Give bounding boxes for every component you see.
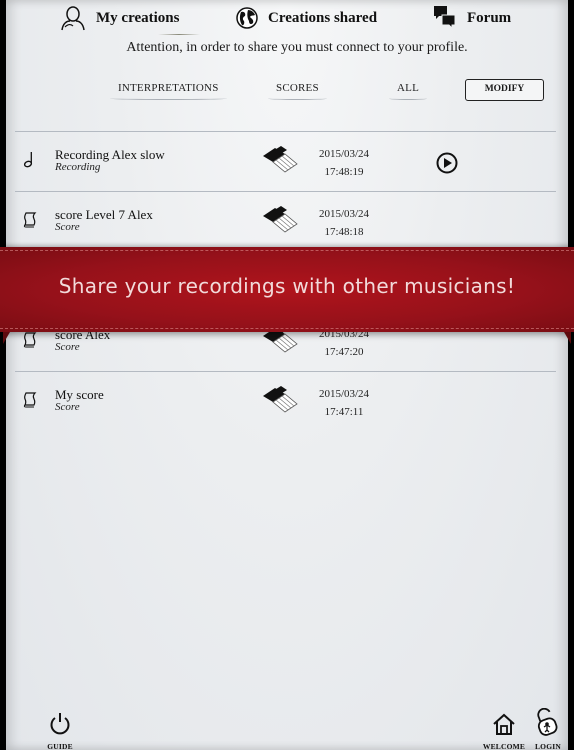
top-navigation: My creations Creations shared Forum bbox=[6, 4, 568, 35]
padlock-icon bbox=[537, 707, 558, 736]
piano-keys-icon bbox=[263, 146, 298, 173]
welcome-button[interactable]: WELCOME bbox=[482, 712, 526, 750]
promo-banner: Share your recordings with other musicia… bbox=[0, 247, 574, 332]
connect-profile-notice: Attention, in order to share you must co… bbox=[126, 40, 468, 55]
filter-interpretations[interactable]: INTERPRETATIONS bbox=[110, 82, 226, 100]
tab-forum-label: Forum bbox=[467, 9, 512, 26]
home-icon bbox=[493, 713, 515, 735]
power-icon bbox=[50, 713, 70, 735]
chat-bubbles-icon bbox=[434, 6, 456, 30]
ribbon-fold-right bbox=[564, 332, 571, 344]
modify-button[interactable]: MODIFY bbox=[465, 79, 544, 101]
piano-keys-icon bbox=[263, 386, 298, 413]
app-screen: My creations Creations shared Forum Atte… bbox=[6, 0, 568, 750]
guide-button[interactable]: GUIDE bbox=[44, 712, 76, 750]
user-icon bbox=[61, 6, 85, 31]
music-note-icon bbox=[23, 152, 33, 168]
item-date: 2015/03/24 bbox=[318, 208, 370, 220]
scroll-icon bbox=[23, 332, 37, 348]
item-type: Score bbox=[55, 401, 80, 413]
filter-bar: INTERPRETATIONS SCORES ALL MODIFY bbox=[6, 78, 568, 104]
item-type: Score bbox=[55, 341, 80, 353]
item-datetime: 2015/03/24 17:48:19 bbox=[311, 145, 377, 181]
promo-banner-text: Share your recordings with other musicia… bbox=[58, 274, 516, 298]
ribbon-fold-left bbox=[3, 332, 10, 344]
play-button[interactable] bbox=[436, 152, 458, 174]
item-type: Score bbox=[55, 221, 80, 233]
piano-keys-icon bbox=[263, 206, 298, 233]
scroll-icon bbox=[23, 212, 37, 228]
item-datetime: 2015/03/24 17:48:18 bbox=[311, 205, 377, 241]
active-tab-underline bbox=[158, 34, 200, 35]
login-button[interactable]: LOGIN bbox=[532, 707, 564, 750]
scroll-icon bbox=[23, 392, 37, 408]
item-time: 17:48:19 bbox=[324, 166, 364, 178]
welcome-label: WELCOME bbox=[482, 742, 526, 750]
item-datetime: 2015/03/24 17:47:11 bbox=[311, 385, 377, 421]
tab-my-creations-label: My creations bbox=[96, 9, 180, 26]
globe-icon bbox=[236, 7, 258, 29]
item-time: 17:48:18 bbox=[324, 226, 364, 238]
list-item[interactable]: score Level 7 Alex Score 2015/03/24 17:4… bbox=[15, 191, 556, 251]
tab-my-creations[interactable]: My creations bbox=[60, 4, 179, 32]
tab-creations-shared-label: Creations shared bbox=[268, 9, 378, 26]
item-date: 2015/03/24 bbox=[318, 388, 370, 400]
login-label: LOGIN bbox=[534, 742, 561, 750]
item-date: 2015/03/24 bbox=[318, 148, 370, 160]
item-time: 17:47:11 bbox=[324, 406, 364, 418]
filter-all[interactable]: ALL bbox=[389, 82, 427, 100]
tab-creations-shared[interactable]: Creations shared bbox=[236, 4, 377, 32]
filter-scores[interactable]: SCORES bbox=[268, 82, 327, 100]
tab-forum[interactable]: Forum bbox=[433, 4, 511, 32]
item-type: Recording bbox=[55, 161, 101, 173]
item-time: 17:47:20 bbox=[324, 346, 364, 358]
guide-label: GUIDE bbox=[47, 742, 73, 750]
list-item[interactable]: My score Score 2015/03/24 17:47:11 bbox=[15, 371, 556, 431]
list-item[interactable]: Recording Alex slow Recording 2015/03/24… bbox=[15, 131, 556, 191]
